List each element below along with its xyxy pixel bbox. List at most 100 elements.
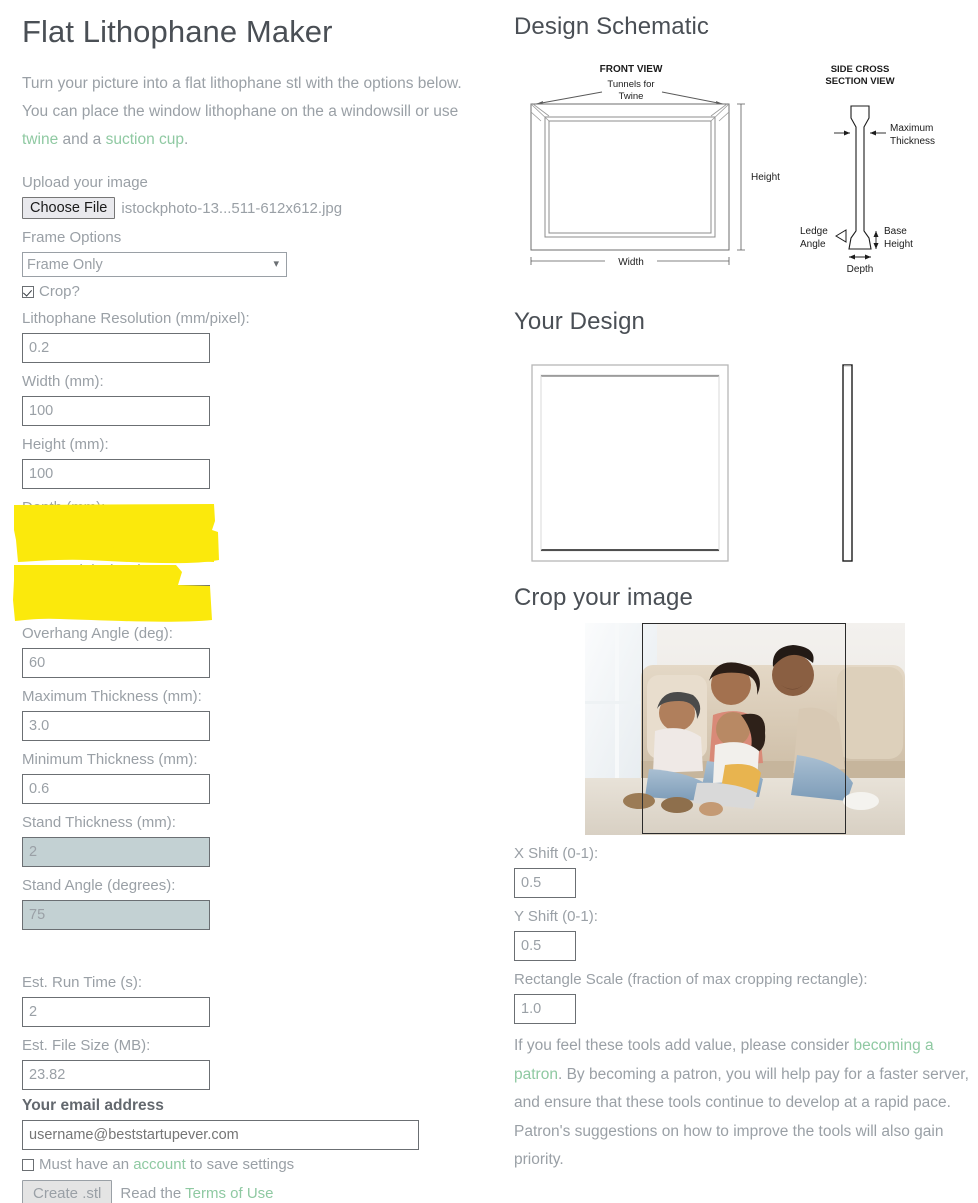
intro-paragraph: Turn your picture into a flat lithophane… bbox=[22, 70, 484, 154]
choose-file-button[interactable]: Choose File bbox=[22, 197, 116, 219]
front-view-inner-window bbox=[548, 120, 712, 234]
read-the-label: Read the bbox=[120, 1185, 186, 1202]
account-checkbox[interactable] bbox=[22, 1158, 34, 1171]
design-side-slab bbox=[842, 364, 853, 562]
design-schematic-diagram: FRONT VIEW Tunnels for Twine Height Widt… bbox=[514, 56, 978, 291]
field-label-6: Maximum Thickness (mm): bbox=[22, 688, 202, 705]
intro-text-pre: Turn your picture into a flat lithophane… bbox=[22, 75, 462, 120]
design-front-inner-fill bbox=[540, 374, 720, 552]
your-design-title: Your Design bbox=[514, 308, 645, 335]
schematic-svg: FRONT VIEW Tunnels for Twine Height Widt… bbox=[530, 64, 935, 275]
rectangle-scale-input[interactable] bbox=[514, 994, 576, 1024]
twine-link[interactable]: twine bbox=[22, 131, 58, 148]
account-text-post: to save settings bbox=[185, 1156, 295, 1173]
file-upload-row: Choose File istockphoto-13...511-612x612… bbox=[22, 197, 492, 219]
ledge-angle-label-line2: Angle bbox=[800, 239, 826, 250]
photo-window-mullion bbox=[615, 623, 619, 793]
x-shift-input[interactable] bbox=[514, 868, 576, 898]
field-label-4: Base Height (mm): bbox=[22, 562, 148, 579]
right-column: Design Schematic FRONT VIEW Tunnels for … bbox=[514, 0, 978, 1175]
field-label-1: Width (mm): bbox=[22, 373, 104, 390]
field-input-base-height[interactable] bbox=[22, 585, 210, 615]
field-label-8: Stand Thickness (mm): bbox=[22, 814, 176, 831]
terms-of-use-link[interactable]: Terms of Use bbox=[185, 1185, 273, 1202]
base-height-label-line2: Height bbox=[884, 239, 913, 250]
max-thickness-label-line2: Thickness bbox=[890, 136, 935, 147]
crop-selection-rectangle[interactable] bbox=[642, 623, 846, 834]
intro-text-mid: and a bbox=[58, 131, 106, 148]
field-input-width[interactable] bbox=[22, 396, 210, 426]
account-link[interactable]: account bbox=[133, 1156, 186, 1173]
field-input-est-file-size[interactable] bbox=[22, 1060, 210, 1090]
depth-arrow-left bbox=[849, 254, 855, 260]
patron-text-pre: If you feel these tools add value, pleas… bbox=[514, 1037, 854, 1054]
photo-father-shoe bbox=[843, 792, 879, 810]
max-thickness-label-line1: Maximum bbox=[890, 123, 933, 134]
crop-checkbox-label: Crop? bbox=[39, 283, 80, 300]
front-view-title: FRONT VIEW bbox=[600, 64, 663, 75]
field-input-lithophane-resolution[interactable] bbox=[22, 333, 210, 363]
field-label-3: Depth (mm): bbox=[22, 499, 106, 516]
side-view-title-line1: SIDE CROSS bbox=[831, 64, 890, 75]
create-stl-button[interactable]: Create .stl bbox=[22, 1180, 113, 1203]
frame-options-select[interactable]: Frame Only bbox=[22, 252, 287, 277]
frame-options-label: Frame Options bbox=[22, 229, 122, 246]
ledge-angle-marker bbox=[835, 229, 847, 243]
tunnel-leader-left bbox=[535, 91, 603, 105]
patron-text-post: . By becoming a patron, you will help pa… bbox=[514, 1065, 969, 1169]
field-input-est-run-time[interactable] bbox=[22, 997, 210, 1027]
max-thickness-arrowhead-left bbox=[844, 130, 850, 136]
x-shift-label: X Shift (0-1): bbox=[514, 845, 599, 862]
tunnel-leader-right bbox=[661, 91, 724, 105]
design-schematic-title: Design Schematic bbox=[514, 13, 710, 40]
field-label-7: Minimum Thickness (mm): bbox=[22, 751, 198, 768]
crop-photo[interactable] bbox=[585, 623, 905, 835]
base-height-label-line1: Base bbox=[884, 226, 907, 237]
terms-text: Read the Terms of Use bbox=[120, 1185, 273, 1202]
field-input-depth[interactable] bbox=[22, 522, 210, 552]
app-root: Flat Lithophane Maker Turn your picture … bbox=[0, 0, 978, 1203]
field-input-height[interactable] bbox=[22, 459, 210, 489]
field-input-minimum-thickness[interactable] bbox=[22, 774, 210, 804]
depth-label: Depth bbox=[847, 264, 874, 275]
suction-cup-link[interactable]: suction cup bbox=[106, 131, 184, 148]
email-input[interactable] bbox=[22, 1120, 419, 1150]
side-cross-section-profile bbox=[848, 105, 872, 250]
uploaded-file-name: istockphoto-13...511-612x612.jpg bbox=[121, 199, 343, 217]
frame-options-wrap: Frame Only ▾ bbox=[22, 252, 287, 277]
email-address-header: Your email address bbox=[22, 1097, 164, 1114]
height-label: Height bbox=[751, 172, 780, 183]
upload-image-label: Upload your image bbox=[22, 174, 148, 191]
est-file-size-label: Est. File Size (MB): bbox=[22, 1037, 151, 1054]
max-thickness-arrowhead-right bbox=[870, 130, 876, 136]
field-input-maximum-thickness[interactable] bbox=[22, 711, 210, 741]
side-view-title-line2: SECTION VIEW bbox=[825, 76, 894, 87]
crop-fields: X Shift (0-1): Y Shift (0-1): Rectangle … bbox=[514, 843, 978, 1024]
field-label-5: Overhang Angle (deg): bbox=[22, 625, 173, 642]
intro-text-post: . bbox=[184, 131, 189, 148]
field-input-overhang-angle[interactable] bbox=[22, 648, 210, 678]
field-label-0: Lithophane Resolution (mm/pixel): bbox=[22, 310, 250, 327]
ledge-angle-label-line1: Ledge bbox=[800, 226, 828, 237]
est-run-time-label: Est. Run Time (s): bbox=[22, 974, 143, 991]
depth-arrow-right bbox=[865, 254, 871, 260]
tunnels-label-line1: Tunnels for bbox=[607, 79, 654, 90]
photo-couch-cushion-right bbox=[837, 667, 903, 759]
submit-row: Create .stl Read the Terms of Use bbox=[22, 1180, 492, 1203]
crop-checkbox[interactable] bbox=[22, 285, 34, 298]
your-design-svg bbox=[531, 364, 853, 562]
crop-preview-area bbox=[514, 623, 978, 835]
y-shift-input[interactable] bbox=[514, 931, 576, 961]
account-checkbox-row[interactable]: Must have an account to save settings bbox=[22, 1156, 492, 1173]
y-shift-label: Y Shift (0-1): bbox=[514, 908, 598, 925]
width-label: Width bbox=[618, 257, 644, 268]
field-input-stand-thickness bbox=[22, 837, 210, 867]
tunnels-label-line2: Twine bbox=[619, 91, 644, 102]
patron-paragraph: If you feel these tools add value, pleas… bbox=[514, 1032, 978, 1175]
crop-checkbox-row[interactable]: Crop? bbox=[22, 283, 492, 300]
base-height-arrow-top bbox=[873, 231, 879, 237]
field-label-9: Stand Angle (degrees): bbox=[22, 877, 176, 894]
page-title: Flat Lithophane Maker bbox=[22, 14, 333, 49]
